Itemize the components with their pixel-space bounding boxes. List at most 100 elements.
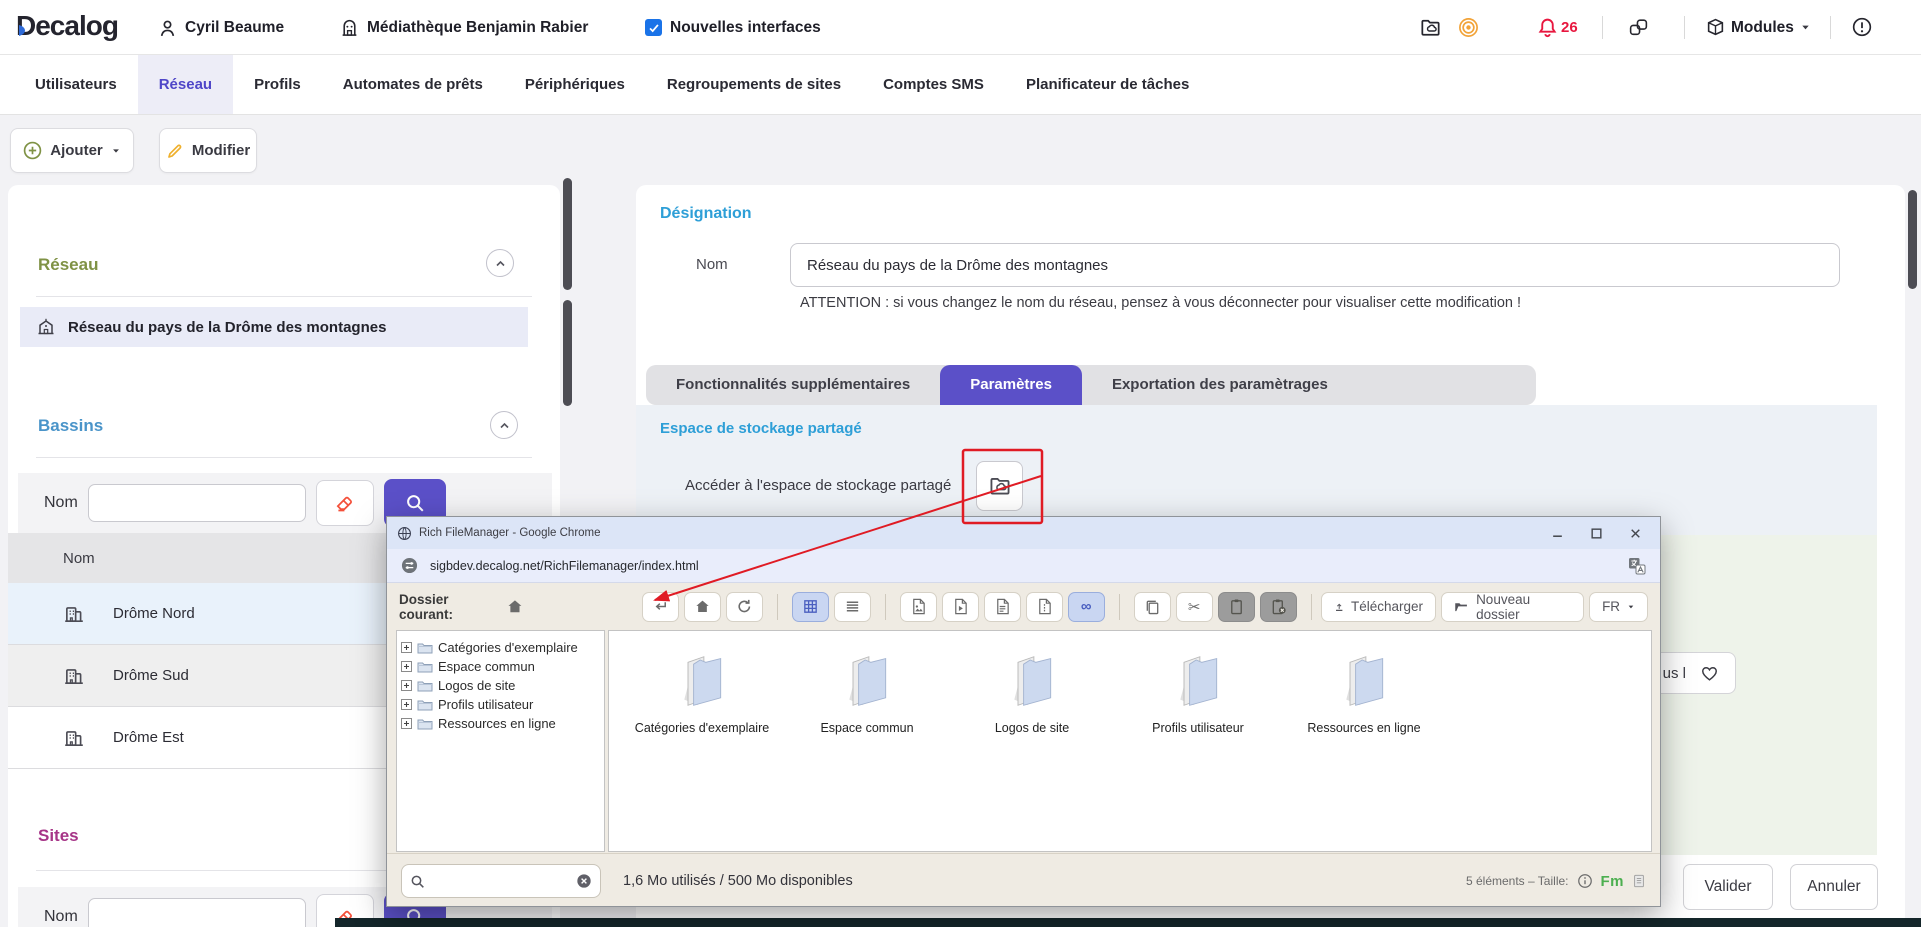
notification-count-badge[interactable]: 26	[1561, 19, 1578, 36]
beacon-icon[interactable]	[1458, 17, 1479, 38]
filter-images-button[interactable]	[900, 592, 937, 622]
filemanager-window: Rich FileManager - Google Chrome sigbdev…	[386, 516, 1661, 907]
translate-icon[interactable]	[1628, 557, 1646, 575]
nav-profils[interactable]: Profils	[233, 55, 322, 114]
app-header: Decalog Cyril Beaume Médiathèque Benjami…	[0, 0, 1921, 55]
add-button[interactable]: Ajouter	[10, 128, 134, 173]
info-icon[interactable]	[1577, 873, 1593, 889]
fm-logo: Fm	[1601, 873, 1625, 890]
about-icon[interactable]	[1852, 17, 1872, 37]
main-scrollbar[interactable]	[1908, 190, 1917, 289]
current-folder-label: Dossier courant:	[399, 592, 500, 622]
modules-menu[interactable]: Modules	[1706, 0, 1811, 55]
expand-icon[interactable]	[401, 661, 412, 672]
url-text[interactable]: sigbdev.decalog.net/RichFilemanager/inde…	[430, 559, 1616, 573]
language-select[interactable]: FR	[1589, 592, 1648, 622]
app-logo[interactable]: Decalog	[16, 10, 118, 42]
list-view-button[interactable]	[834, 592, 871, 622]
nav-automates[interactable]: Automates de prêts	[322, 55, 504, 114]
clear-clipboard-button[interactable]	[1260, 592, 1297, 622]
paste-button[interactable]	[1218, 592, 1255, 622]
tree-item[interactable]: Espace commun	[401, 657, 600, 676]
sidebar-scrollbar[interactable]	[563, 300, 572, 406]
nav-regroupements[interactable]: Regroupements de sites	[646, 55, 862, 114]
folder-tile[interactable]: Logos de site	[957, 653, 1107, 735]
upload-button[interactable]: Télécharger	[1321, 592, 1436, 622]
clear-search-icon[interactable]	[576, 873, 592, 889]
folder-tile[interactable]: Profils utilisateur	[1123, 653, 1273, 735]
network-name-input[interactable]	[790, 243, 1840, 287]
cancel-button[interactable]: Annuler	[1790, 864, 1878, 910]
items-summary: 5 éléments – Taille:	[1466, 874, 1569, 888]
site-settings-icon[interactable]	[401, 557, 418, 574]
minimize-button[interactable]	[1551, 527, 1564, 540]
go-parent-button[interactable]	[642, 592, 679, 622]
nav-reseau[interactable]: Réseau	[138, 55, 233, 114]
tab-exportation[interactable]: Exportation des paramètrages	[1082, 365, 1358, 405]
storage-section-title: Espace de stockage partagé	[660, 420, 862, 437]
folder-tile[interactable]: Espace commun	[792, 653, 942, 735]
sites-filter-input[interactable]	[88, 898, 306, 927]
copy-button[interactable]	[1134, 592, 1171, 622]
maximize-button[interactable]	[1590, 527, 1603, 540]
filter-archives-button[interactable]	[1026, 592, 1063, 622]
divider	[36, 296, 532, 297]
current-user[interactable]: Cyril Beaume	[158, 0, 284, 55]
basins-filter-input[interactable]	[88, 484, 306, 522]
collapse-network-button[interactable]	[486, 249, 514, 277]
home-folder-icon[interactable]	[506, 597, 524, 616]
nav-planificateur[interactable]: Planificateur de tâches	[1005, 55, 1210, 114]
sidebar-scrollbar[interactable]	[563, 178, 572, 290]
folder-icon	[989, 475, 1011, 497]
basins-clear-button[interactable]	[316, 480, 374, 526]
tab-fonctionnalites[interactable]: Fonctionnalités supplémentaires	[646, 365, 940, 405]
close-button[interactable]	[1629, 527, 1642, 540]
checkbox-checked-icon[interactable]	[645, 19, 662, 36]
go-home-button[interactable]	[684, 592, 721, 622]
folder-tile[interactable]: Ressources en ligne	[1289, 653, 1439, 735]
filemanager-toolbar: Dossier courant: ∞ ✂ Télécharger Nouveau…	[387, 583, 1660, 630]
modules-icon	[1706, 18, 1725, 37]
folder-tile[interactable]: Catégories d'exemplaire	[627, 653, 777, 735]
network-selected-item[interactable]: Réseau du pays de la Drôme des montagnes	[20, 307, 528, 347]
toolbar-divider	[777, 594, 778, 620]
notifications-bell-icon[interactable]	[1537, 17, 1558, 38]
network-building-icon	[36, 317, 56, 337]
cut-button[interactable]: ✂	[1176, 592, 1213, 622]
expand-icon[interactable]	[401, 699, 412, 710]
storage-usage-text: 1,6 Mo utilisés / 500 Mo disponibles	[623, 873, 853, 889]
tree-item[interactable]: Catégories d'exemplaire	[401, 638, 600, 657]
folder-icon	[1333, 653, 1395, 709]
tree-item[interactable]: Ressources en ligne	[401, 714, 600, 733]
open-storage-button[interactable]	[976, 461, 1023, 511]
new-folder-button[interactable]: Nouveau dossier	[1441, 592, 1584, 622]
expand-icon[interactable]	[401, 642, 412, 653]
links-icon[interactable]	[1628, 17, 1649, 38]
library-icon	[340, 18, 359, 37]
expand-icon[interactable]	[401, 718, 412, 729]
filter-videos-button[interactable]	[942, 592, 979, 622]
folder-icon	[836, 653, 898, 709]
folder-tree: Catégories d'exemplaire Espace commun Lo…	[396, 630, 605, 852]
nav-utilisateurs[interactable]: Utilisateurs	[14, 55, 138, 114]
grid-view-button[interactable]	[792, 592, 829, 622]
shared-folder-icon[interactable]	[1420, 17, 1441, 38]
collapse-basins-button[interactable]	[490, 411, 518, 439]
tree-item[interactable]: Logos de site	[401, 676, 600, 695]
tab-parametres[interactable]: Paramètres	[940, 365, 1082, 405]
window-titlebar[interactable]: Rich FileManager - Google Chrome	[387, 517, 1660, 549]
current-library[interactable]: Médiathèque Benjamin Rabier	[340, 0, 588, 55]
validate-button[interactable]: Valider	[1683, 864, 1773, 910]
tree-item[interactable]: Profils utilisateur	[401, 695, 600, 714]
filter-all-button[interactable]: ∞	[1068, 592, 1105, 622]
file-search-input[interactable]	[431, 874, 570, 889]
filter-documents-button[interactable]	[984, 592, 1021, 622]
nav-comptes-sms[interactable]: Comptes SMS	[862, 55, 1005, 114]
folder-icon	[417, 717, 433, 730]
expand-icon[interactable]	[401, 680, 412, 691]
modify-button[interactable]: Modifier	[159, 128, 257, 173]
refresh-button[interactable]	[726, 592, 763, 622]
user-icon	[158, 19, 177, 37]
new-interfaces-toggle[interactable]: Nouvelles interfaces	[645, 0, 821, 55]
nav-peripheriques[interactable]: Périphériques	[504, 55, 646, 114]
